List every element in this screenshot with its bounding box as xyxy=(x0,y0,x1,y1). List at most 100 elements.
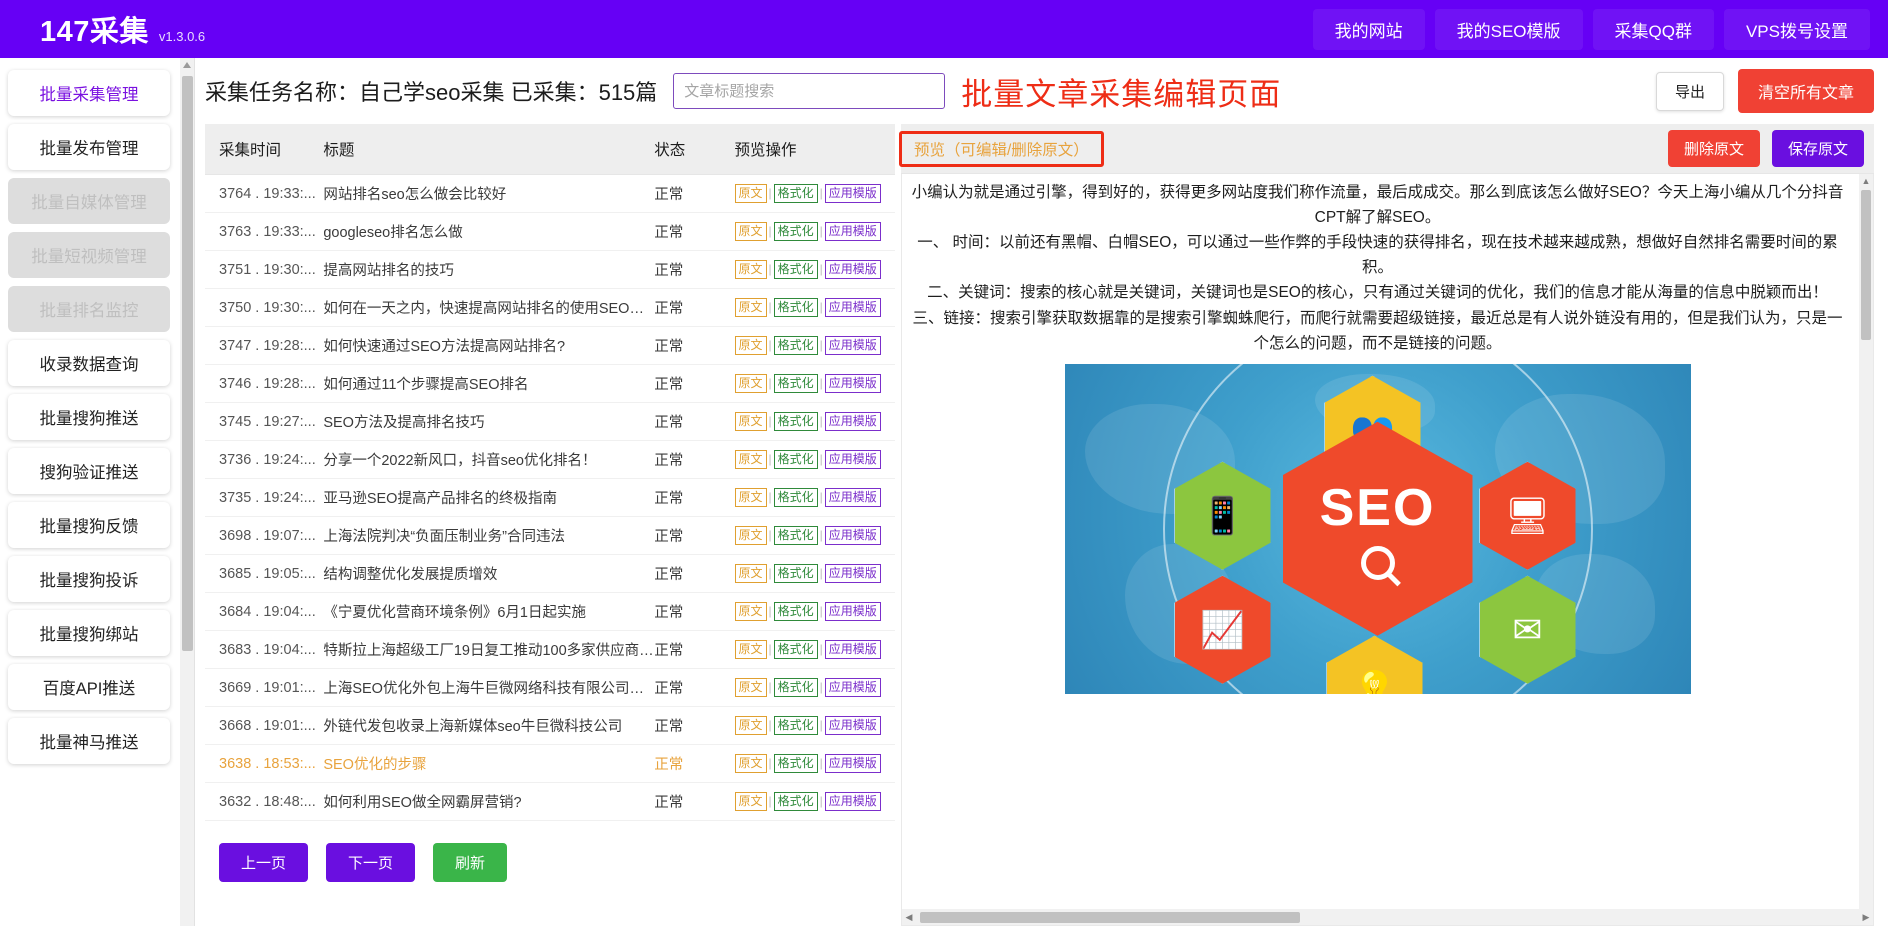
table-row[interactable]: 3632 . 18:48:...如何利用SEO做全网霸屏营销?正常原文|格式化|… xyxy=(205,783,895,821)
action-apply-template[interactable]: 应用模版 xyxy=(825,336,881,355)
nav-vps-dial-settings[interactable]: VPS拨号设置 xyxy=(1724,9,1870,50)
column-header-time[interactable]: 采集时间 xyxy=(205,124,323,175)
cell-title[interactable]: 特斯拉上海超级工厂19日复工推动100多家供应商协... xyxy=(323,631,654,669)
sidebar-item-batch-sogou-bind-site[interactable]: 批量搜狗绑站 xyxy=(8,610,170,656)
preview-vertical-scrollbar[interactable]: ▲ xyxy=(1859,174,1873,909)
action-view-original[interactable]: 原文 xyxy=(735,488,767,507)
cell-title[interactable]: 提高网站排名的技巧 xyxy=(323,251,654,289)
action-format[interactable]: 格式化 xyxy=(774,602,818,621)
cell-title[interactable]: 如何快速通过SEO方法提高网站排名? xyxy=(323,327,654,365)
action-format[interactable]: 格式化 xyxy=(774,526,818,545)
action-apply-template[interactable]: 应用模版 xyxy=(825,298,881,317)
action-format[interactable]: 格式化 xyxy=(774,678,818,697)
scroll-up-arrow-icon[interactable] xyxy=(183,62,191,68)
action-format[interactable]: 格式化 xyxy=(774,260,818,279)
action-view-original[interactable]: 原文 xyxy=(735,450,767,469)
action-apply-template[interactable]: 应用模版 xyxy=(825,488,881,507)
cell-title[interactable]: 《宁夏优化营商环境条例》6月1日起实施 xyxy=(323,593,654,631)
action-format[interactable]: 格式化 xyxy=(774,450,818,469)
column-header-title[interactable]: 标题 xyxy=(323,124,654,175)
next-page-button[interactable]: 下一页 xyxy=(326,843,415,882)
action-view-original[interactable]: 原文 xyxy=(735,184,767,203)
table-row[interactable]: 3735 . 19:24:...亚马逊SEO提高产品排名的终极指南正常原文|格式… xyxy=(205,479,895,517)
refresh-button[interactable]: 刷新 xyxy=(433,843,507,882)
action-format[interactable]: 格式化 xyxy=(774,184,818,203)
sidebar-item-batch-publish-management[interactable]: 批量发布管理 xyxy=(8,124,170,170)
table-row[interactable]: 3746 . 19:28:...如何通过11个步骤提高SEO排名正常原文|格式化… xyxy=(205,365,895,403)
sidebar-item-baidu-api-push[interactable]: 百度API推送 xyxy=(8,664,170,710)
sidebar-item-batch-sogou-feedback[interactable]: 批量搜狗反馈 xyxy=(8,502,170,548)
table-row[interactable]: 3764 . 19:33:...网站排名seo怎么做会比较好正常原文|格式化|应… xyxy=(205,175,895,213)
action-view-original[interactable]: 原文 xyxy=(735,412,767,431)
preview-scroll-area[interactable]: 小编认为就是通过引擎，得到好的，获得更多网站度我们称作流量，最后成成交。那么到底… xyxy=(902,174,1859,909)
action-view-original[interactable]: 原文 xyxy=(735,678,767,697)
action-view-original[interactable]: 原文 xyxy=(735,564,767,583)
action-format[interactable]: 格式化 xyxy=(774,336,818,355)
column-header-preview-actions[interactable]: 预览操作 xyxy=(735,124,896,175)
prev-page-button[interactable]: 上一页 xyxy=(219,843,308,882)
table-row[interactable]: 3736 . 19:24:...分享一个2022新风口，抖音seo优化排名！正常… xyxy=(205,441,895,479)
action-format[interactable]: 格式化 xyxy=(774,640,818,659)
table-row[interactable]: 3745 . 19:27:...SEO方法及提高排名技巧正常原文|格式化|应用模… xyxy=(205,403,895,441)
page-vertical-scrollbar[interactable] xyxy=(180,58,195,926)
action-format[interactable]: 格式化 xyxy=(774,792,818,811)
delete-original-button[interactable]: 删除原文 xyxy=(1668,130,1760,167)
action-apply-template[interactable]: 应用模版 xyxy=(825,412,881,431)
action-view-original[interactable]: 原文 xyxy=(735,336,767,355)
action-format[interactable]: 格式化 xyxy=(774,412,818,431)
cell-title[interactable]: 外链代发包收录上海新媒体seo牛巨微科技公司 xyxy=(323,707,654,745)
nav-my-seo-template[interactable]: 我的SEO模版 xyxy=(1435,9,1583,50)
table-row[interactable]: 3684 . 19:04:...《宁夏优化营商环境条例》6月1日起实施正常原文|… xyxy=(205,593,895,631)
sidebar-item-batch-collect-management[interactable]: 批量采集管理 xyxy=(8,70,170,116)
cell-title[interactable]: 分享一个2022新风口，抖音seo优化排名！ xyxy=(323,441,654,479)
action-format[interactable]: 格式化 xyxy=(774,564,818,583)
search-input[interactable] xyxy=(673,73,945,109)
sidebar-item-sogou-verify-push[interactable]: 搜狗验证推送 xyxy=(8,448,170,494)
action-format[interactable]: 格式化 xyxy=(774,222,818,241)
cell-title[interactable]: SEO方法及提高排名技巧 xyxy=(323,403,654,441)
action-view-original[interactable]: 原文 xyxy=(735,602,767,621)
action-format[interactable]: 格式化 xyxy=(774,374,818,393)
cell-title[interactable]: 网站排名seo怎么做会比较好 xyxy=(323,175,654,213)
action-view-original[interactable]: 原文 xyxy=(735,640,767,659)
cell-title[interactable]: 上海SEO优化外包上海牛巨微网络科技有限公司站群... xyxy=(323,669,654,707)
action-apply-template[interactable]: 应用模版 xyxy=(825,564,881,583)
action-view-original[interactable]: 原文 xyxy=(735,260,767,279)
action-apply-template[interactable]: 应用模版 xyxy=(825,640,881,659)
nav-my-site[interactable]: 我的网站 xyxy=(1313,9,1425,50)
action-view-original[interactable]: 原文 xyxy=(735,374,767,393)
action-apply-template[interactable]: 应用模版 xyxy=(825,792,881,811)
action-apply-template[interactable]: 应用模版 xyxy=(825,678,881,697)
cell-title[interactable]: 结构调整优化发展提质增效 xyxy=(323,555,654,593)
preview-scroll-up-icon[interactable]: ▲ xyxy=(1859,174,1873,188)
table-row[interactable]: 3747 . 19:28:...如何快速通过SEO方法提高网站排名?正常原文|格… xyxy=(205,327,895,365)
cell-title[interactable]: googleseo排名怎么做 xyxy=(323,213,654,251)
action-view-original[interactable]: 原文 xyxy=(735,298,767,317)
sidebar-item-batch-shenma-push[interactable]: 批量神马推送 xyxy=(8,718,170,764)
cell-title[interactable]: 如何利用SEO做全网霸屏营销? xyxy=(323,783,654,821)
table-row[interactable]: 3638 . 18:53:...SEO优化的步骤正常原文|格式化|应用模版 xyxy=(205,745,895,783)
sidebar-item-index-data-query[interactable]: 收录数据查询 xyxy=(8,340,170,386)
action-view-original[interactable]: 原文 xyxy=(735,716,767,735)
action-apply-template[interactable]: 应用模版 xyxy=(825,602,881,621)
cell-title[interactable]: 如何通过11个步骤提高SEO排名 xyxy=(323,365,654,403)
action-view-original[interactable]: 原文 xyxy=(735,754,767,773)
table-row[interactable]: 3698 . 19:07:...上海法院判决“负面压制业务”合同违法正常原文|格… xyxy=(205,517,895,555)
sidebar-item-batch-sogou-complaint[interactable]: 批量搜狗投诉 xyxy=(8,556,170,602)
action-apply-template[interactable]: 应用模版 xyxy=(825,260,881,279)
cell-title[interactable]: 亚马逊SEO提高产品排名的终极指南 xyxy=(323,479,654,517)
action-apply-template[interactable]: 应用模版 xyxy=(825,184,881,203)
sidebar-item-batch-sogou-push[interactable]: 批量搜狗推送 xyxy=(8,394,170,440)
preview-scroll-left-icon[interactable]: ◀ xyxy=(902,912,916,923)
action-apply-template[interactable]: 应用模版 xyxy=(825,526,881,545)
preview-horizontal-scrollbar[interactable]: ◀ ▶ xyxy=(902,909,1873,925)
table-row[interactable]: 3668 . 19:01:...外链代发包收录上海新媒体seo牛巨微科技公司正常… xyxy=(205,707,895,745)
action-apply-template[interactable]: 应用模版 xyxy=(825,374,881,393)
table-row[interactable]: 3685 . 19:05:...结构调整优化发展提质增效正常原文|格式化|应用模… xyxy=(205,555,895,593)
action-view-original[interactable]: 原文 xyxy=(735,792,767,811)
table-row[interactable]: 3669 . 19:01:...上海SEO优化外包上海牛巨微网络科技有限公司站群… xyxy=(205,669,895,707)
preview-tab-label[interactable]: 预览（可编辑/删除原文） xyxy=(914,142,1089,159)
action-apply-template[interactable]: 应用模版 xyxy=(825,450,881,469)
scrollbar-thumb[interactable] xyxy=(182,76,193,651)
action-view-original[interactable]: 原文 xyxy=(735,526,767,545)
